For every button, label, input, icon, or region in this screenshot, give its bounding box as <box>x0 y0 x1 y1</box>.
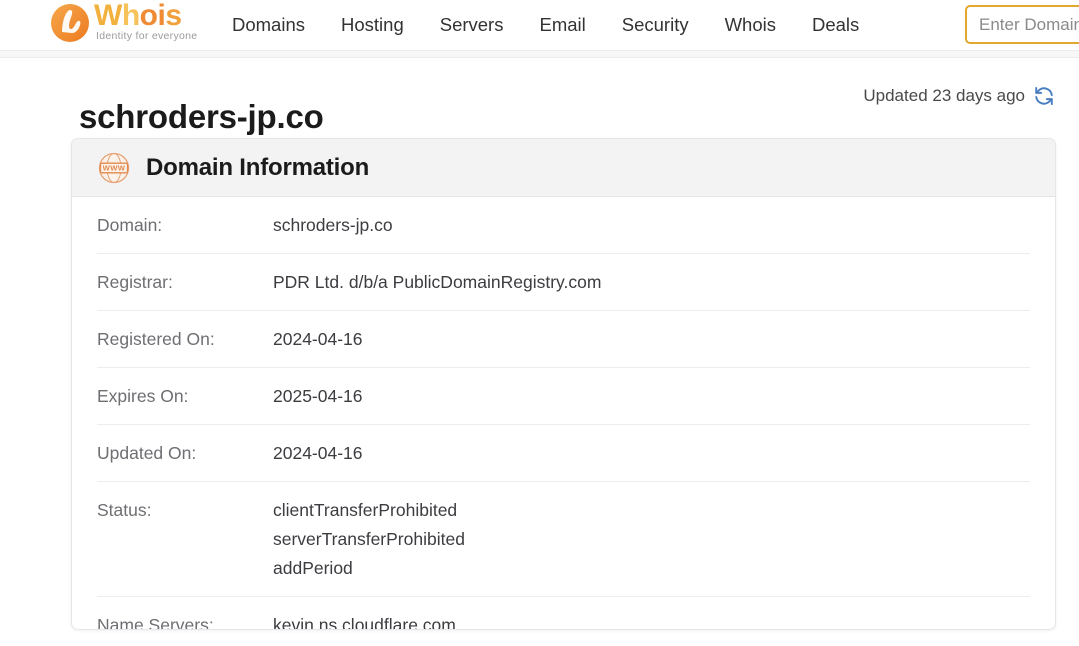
logo-wordmark: Whois <box>94 0 182 32</box>
row-label-registrar: Registrar: <box>97 272 173 292</box>
value-line: 2025-04-16 <box>273 386 363 406</box>
table-row: Updated On: 2024-04-16 <box>97 425 1030 482</box>
top-navigation-bar: Whois Identity for everyone Domains Host… <box>0 0 1079 50</box>
domain-information-card: WWW Domain Information Domain: schroders… <box>71 138 1056 630</box>
table-row: Domain: schroders-jp.co <box>97 197 1030 254</box>
row-label-name-servers: Name Servers: <box>97 615 214 630</box>
row-label-expires-on: Expires On: <box>97 386 189 406</box>
value-line: 2024-04-16 <box>273 329 363 349</box>
row-label-domain: Domain: <box>97 215 163 235</box>
value-line: clientTransferProhibited <box>273 500 458 520</box>
value-line: PDR Ltd. d/b/a PublicDomainRegistry.com <box>273 272 602 292</box>
table-row: Registered On: 2024-04-16 <box>97 311 1030 368</box>
domain-search-container <box>965 5 1079 44</box>
header-divider <box>0 50 1079 58</box>
page-title: schroders-jp.co <box>79 98 324 136</box>
row-value-expires-on: 2025-04-16 <box>273 382 1030 411</box>
row-value-name-servers: kevin.ns.cloudflare.com melina.ns.cloudf… <box>273 611 1030 630</box>
row-label-registered-on: Registered On: <box>97 329 215 349</box>
main-nav: Domains Hosting Servers Email Security W… <box>232 0 859 50</box>
card-body: Domain: schroders-jp.co Registrar: PDR L… <box>72 197 1055 630</box>
value-line: serverTransferProhibited <box>273 529 465 549</box>
table-row: Name Servers: kevin.ns.cloudflare.com me… <box>97 597 1030 630</box>
value-line: addPeriod <box>273 558 353 578</box>
refresh-icon[interactable] <box>1033 85 1055 107</box>
card-title: Domain Information <box>146 153 370 181</box>
row-label-status: Status: <box>97 500 152 520</box>
svg-text:WWW: WWW <box>103 163 126 172</box>
row-value-status: clientTransferProhibited serverTransferP… <box>273 496 1030 583</box>
site-logo[interactable]: Whois Identity for everyone <box>48 0 208 46</box>
nav-link-email[interactable]: Email <box>539 0 585 50</box>
table-row: Registrar: PDR Ltd. d/b/a PublicDomainRe… <box>97 254 1030 311</box>
nav-link-servers[interactable]: Servers <box>440 0 504 50</box>
nav-link-security[interactable]: Security <box>622 0 689 50</box>
row-value-domain: schroders-jp.co <box>273 211 1030 240</box>
value-line: 2024-04-16 <box>273 443 363 463</box>
nav-link-whois[interactable]: Whois <box>725 0 776 50</box>
updated-text: Updated 23 days ago <box>863 86 1025 105</box>
logo-tagline: Identity for everyone <box>96 30 198 42</box>
table-row: Expires On: 2025-04-16 <box>97 368 1030 425</box>
nav-link-domains[interactable]: Domains <box>232 0 305 50</box>
row-value-registered-on: 2024-04-16 <box>273 325 1030 354</box>
nav-link-deals[interactable]: Deals <box>812 0 859 50</box>
page-title-row: schroders-jp.co Updated 23 days ago <box>0 72 1079 135</box>
www-globe-icon: WWW <box>97 151 131 185</box>
table-row: Status: clientTransferProhibited serverT… <box>97 482 1030 597</box>
nav-link-hosting[interactable]: Hosting <box>341 0 404 50</box>
updated-status: Updated 23 days ago <box>863 85 1055 107</box>
whois-logo-mark-icon <box>48 2 92 44</box>
row-label-updated-on: Updated On: <box>97 443 197 463</box>
value-line: schroders-jp.co <box>273 215 393 235</box>
domain-search-input[interactable] <box>965 5 1079 44</box>
card-header: WWW Domain Information <box>72 139 1055 197</box>
value-line: kevin.ns.cloudflare.com <box>273 615 456 630</box>
row-value-updated-on: 2024-04-16 <box>273 439 1030 468</box>
row-value-registrar: PDR Ltd. d/b/a PublicDomainRegistry.com <box>273 268 1030 297</box>
